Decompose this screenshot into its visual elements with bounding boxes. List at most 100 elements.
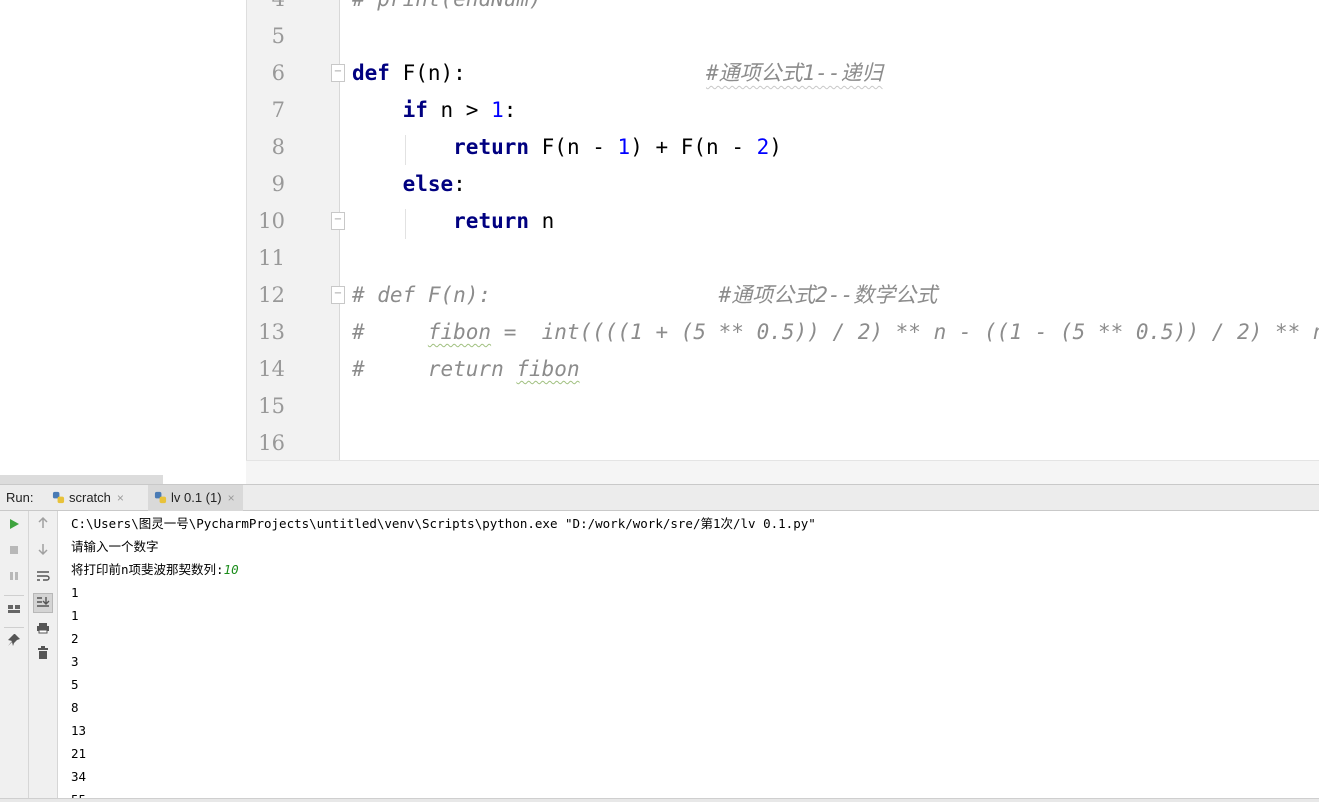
code-token: F(n - xyxy=(529,135,618,159)
code-token: F(n): xyxy=(389,61,707,85)
code-token: # print(endNum) xyxy=(352,0,542,11)
stop-icon[interactable] xyxy=(4,542,24,562)
code-line: 15 xyxy=(247,388,1319,425)
code-token: n xyxy=(529,209,555,233)
code-text: # fibon = int((((1 + (5 ** 0.5)) / 2) **… xyxy=(352,314,1319,351)
code-text: # def F(n): #通项公式2--数学公式 xyxy=(352,277,937,314)
layout-icon[interactable] xyxy=(4,601,24,621)
run-tab-label: scratch xyxy=(69,490,111,505)
line-number: 14 xyxy=(258,357,285,381)
scroll-to-end-icon[interactable] xyxy=(33,593,53,613)
window-bottom-edge xyxy=(0,798,1319,802)
code-token: : xyxy=(453,172,466,196)
code-line: 6 def F(n): #通项公式1--递归 xyxy=(247,55,1319,92)
toolbar-separator xyxy=(4,595,24,596)
run-tab-lv-0-1[interactable]: lv 0.1 (1) × xyxy=(148,485,243,511)
run-console-output[interactable]: C:\Users\图灵一号\PycharmProjects\untitled\v… xyxy=(58,511,1319,801)
code-text: return n xyxy=(352,203,554,240)
code-text: # return fibon xyxy=(352,351,580,388)
soft-wrap-icon[interactable] xyxy=(33,568,53,588)
code-token: ) + F(n - xyxy=(630,135,757,159)
code-token: #通项公式1--递归 xyxy=(706,61,883,85)
code-token: ) xyxy=(769,135,782,159)
code-token: if xyxy=(402,98,428,122)
code-token: : xyxy=(503,98,517,122)
code-line: 5 xyxy=(247,18,1319,55)
code-text: else: xyxy=(352,166,466,203)
line-number: 9 xyxy=(271,172,285,196)
code-token: # xyxy=(352,320,428,344)
code-line: 7 if n > 1: xyxy=(247,92,1319,129)
project-horizontal-scrollbar[interactable] xyxy=(0,475,163,484)
console-prompt: 请输入一个数字 xyxy=(71,539,159,554)
python-icon xyxy=(154,491,167,504)
code-token: return xyxy=(453,209,530,233)
line-number: 16 xyxy=(258,431,285,455)
line-number: 10 xyxy=(258,209,285,233)
code-line: 12 # def F(n): #通项公式2--数学公式 xyxy=(247,277,1319,314)
code-token: def xyxy=(352,61,390,85)
python-icon xyxy=(52,491,65,504)
console-output-line: 3 xyxy=(71,654,79,669)
run-tab-label: lv 0.1 (1) xyxy=(171,490,222,505)
code-token: 2 xyxy=(756,135,770,159)
editor-horizontal-scrollbar[interactable] xyxy=(246,460,1319,485)
print-icon[interactable] xyxy=(33,620,53,640)
console-output-line: 1 xyxy=(71,608,79,623)
code-line: 16 xyxy=(247,425,1319,460)
arrow-down-icon[interactable] xyxy=(33,542,53,562)
run-tab-scratch[interactable]: scratch × xyxy=(46,485,132,511)
fold-marker[interactable]: − xyxy=(331,64,345,82)
arrow-up-icon[interactable] xyxy=(33,516,53,536)
code-token: n > xyxy=(427,98,492,122)
console-output-line: 21 xyxy=(71,746,87,761)
code-line: 14 # return fibon xyxy=(247,351,1319,388)
line-number: 4 xyxy=(247,0,285,18)
console-output-line: 8 xyxy=(71,700,79,715)
code-token: fibon xyxy=(516,357,580,381)
pin-icon[interactable] xyxy=(4,633,24,653)
close-icon[interactable]: × xyxy=(117,491,124,505)
code-token: 1 xyxy=(491,98,504,122)
toolbar-separator xyxy=(4,627,24,628)
code-token: # def F(n): #通项公式2--数学公式 xyxy=(352,283,938,307)
code-token: fibon xyxy=(427,320,492,344)
fold-marker[interactable]: − xyxy=(331,212,345,230)
console-output-line: 1 xyxy=(71,585,79,600)
console-prompt: 将打印前n项斐波那契数列: xyxy=(71,562,224,577)
console-output-line: 2 xyxy=(71,631,79,646)
console-output-line: 13 xyxy=(71,723,87,738)
line-number: 5 xyxy=(271,24,285,48)
code-text: def F(n): #通项公式1--递归 xyxy=(352,55,883,92)
indent-guide xyxy=(405,209,406,239)
code-line: 10 return n xyxy=(247,203,1319,240)
code-token: # return xyxy=(352,357,517,381)
close-icon[interactable]: × xyxy=(228,491,235,505)
code-line: 9 else: xyxy=(247,166,1319,203)
console-command-line: C:\Users\图灵一号\PycharmProjects\untitled\v… xyxy=(71,516,816,531)
code-editor[interactable]: 4# print(endNum)56def F(n): #通项公式1--递归7 … xyxy=(246,0,1319,460)
code-line: 4 # print(endNum) xyxy=(247,0,1319,18)
line-number: 13 xyxy=(258,320,285,344)
console-user-input: 10 xyxy=(223,562,239,577)
code-token: 1 xyxy=(617,135,631,159)
line-number: 8 xyxy=(271,135,285,159)
line-number: 11 xyxy=(258,246,285,270)
trash-icon[interactable] xyxy=(33,646,53,666)
line-number: 12 xyxy=(258,283,285,307)
fold-marker[interactable]: − xyxy=(331,286,345,304)
run-icon[interactable] xyxy=(4,516,24,536)
code-token: = int((((1 + (5 ** 0.5)) / 2) ** n - ((1… xyxy=(503,320,1319,344)
code-text: return F(n - 1) + F(n - 2) xyxy=(352,129,782,166)
run-toolbar-primary xyxy=(0,511,29,801)
line-number: 6 xyxy=(271,61,285,85)
indent-guide xyxy=(405,135,406,165)
run-toolbar-secondary xyxy=(29,511,58,801)
line-number: 7 xyxy=(271,98,285,122)
pause-icon[interactable] xyxy=(4,568,24,588)
code-token: else xyxy=(402,172,454,196)
